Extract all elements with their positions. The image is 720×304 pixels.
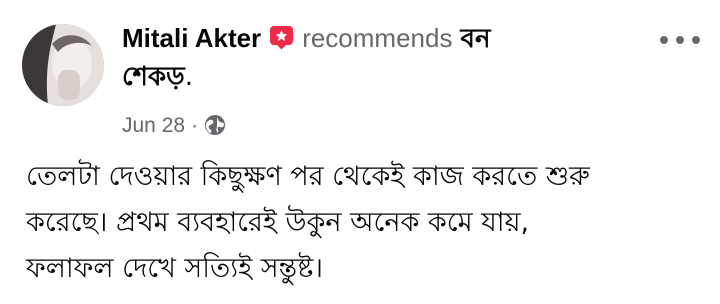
post-body: তেলটা দেওয়ার কিছুক্ষণ পর থেকেই কাজ করতে…	[26, 154, 706, 292]
post-date[interactable]: Jun 28	[122, 114, 185, 137]
author-name[interactable]: Mitali Akter	[122, 23, 261, 53]
post-meta: Jun 28 ·	[122, 112, 226, 140]
sentence-period: .	[184, 62, 193, 92]
post-body-line: তেলটা দেওয়ার কিছুক্ষণ পর থেকেই কাজ করতে…	[26, 161, 590, 192]
recommend-tag-icon	[269, 25, 294, 50]
meta-separator: ·	[191, 114, 199, 137]
more-options-icon[interactable]	[660, 30, 700, 50]
more-dot	[660, 36, 668, 44]
action-text: recommends	[302, 23, 453, 53]
page-name-continued[interactable]: শেকড়	[122, 62, 185, 92]
avatar[interactable]	[22, 24, 104, 106]
more-dot	[676, 36, 684, 44]
post-header: Mitali Akter recommends বন	[122, 22, 490, 55]
globe-icon[interactable]	[204, 114, 226, 136]
page-name[interactable]: বন	[460, 24, 490, 54]
profile-photo	[22, 24, 104, 106]
more-dot	[692, 36, 700, 44]
review-post: Mitali Akter recommends বন শেকড়. Jun 28 · …	[0, 0, 720, 304]
post-body-line: করেছে। প্রথম ব্যবহারেই উকুন অনেক কমে যায…	[26, 207, 530, 238]
post-header-continued: শেকড়.	[122, 60, 193, 94]
post-body-line: ফলাফল দেখে সত্যিই সন্তুষ্ট।	[26, 253, 323, 284]
